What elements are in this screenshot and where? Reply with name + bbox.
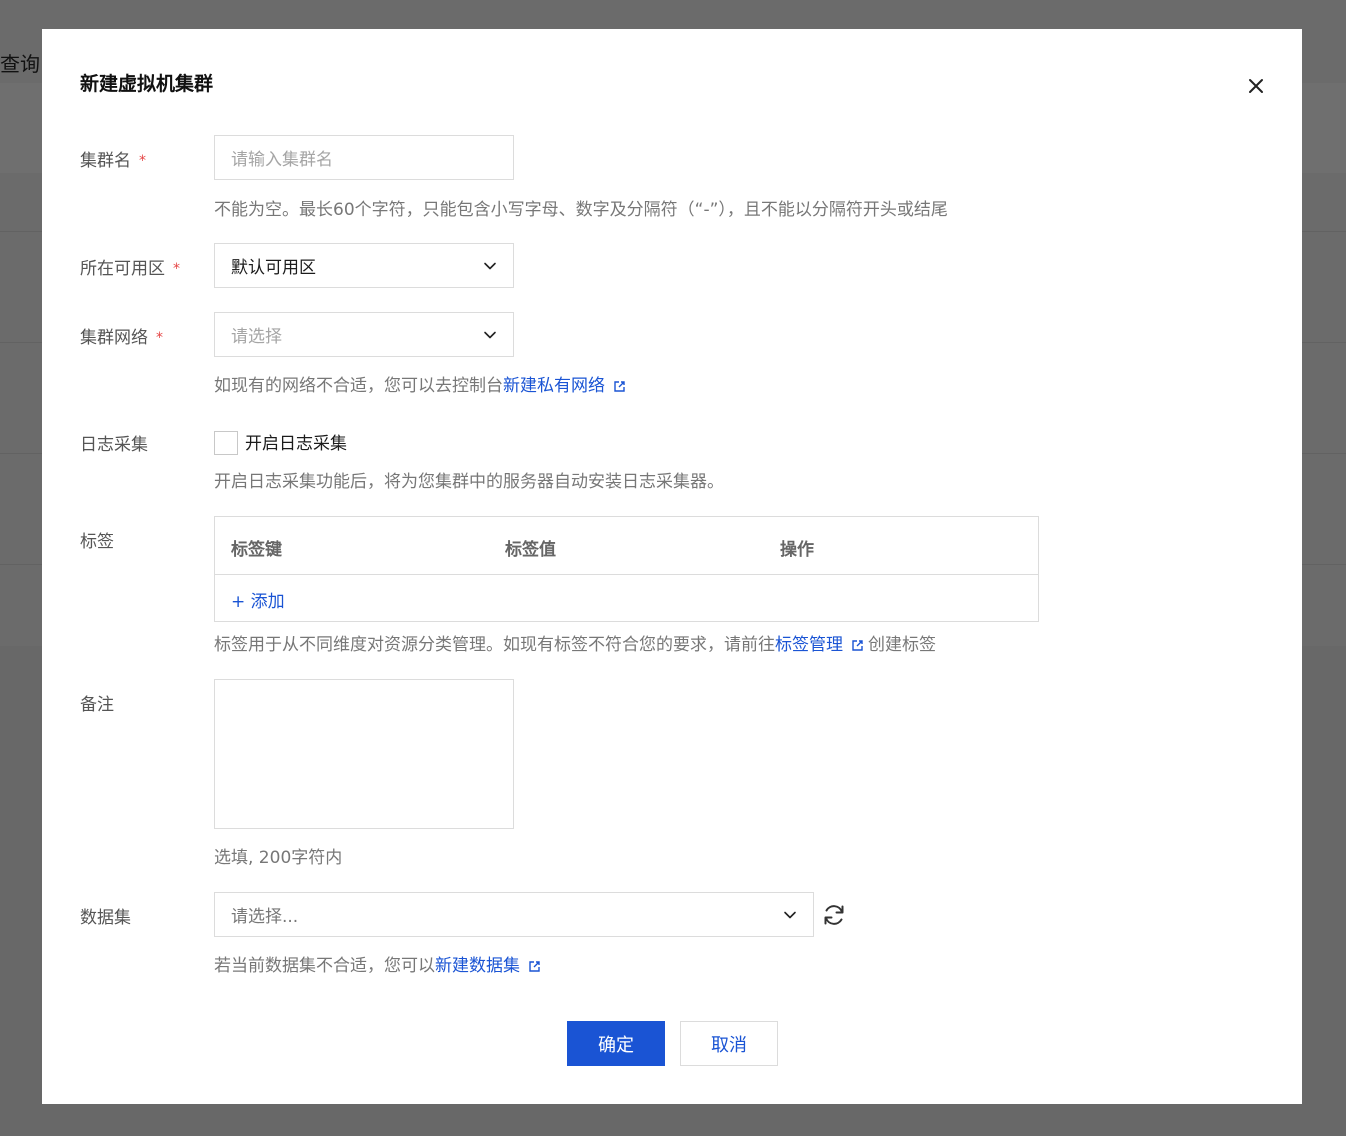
tags-help: 标签用于从不同维度对资源分类管理。如现有标签不符合您的要求，请前往标签管理 创建… <box>214 635 936 655</box>
tag-value-header: 标签值 <box>505 540 556 560</box>
dataset-select[interactable]: 请选择... <box>214 892 814 937</box>
remark-label: 备注 <box>80 695 114 715</box>
create-cluster-dialog: 新建虚拟机集群 集群名 * 请输入集群名 不能为空。最长60个字符，只能包含小写字… <box>42 29 1302 1104</box>
remark-textarea[interactable] <box>214 679 514 829</box>
external-link-icon[interactable] <box>528 960 541 973</box>
close-button[interactable] <box>1245 75 1267 97</box>
log-collection-label: 日志采集 <box>80 435 148 455</box>
tags-table-header: 标签键 标签值 操作 <box>215 517 1038 575</box>
cancel-button[interactable]: 取消 <box>680 1021 778 1066</box>
tags-table: 标签键 标签值 操作 + 添加 <box>214 516 1039 622</box>
log-collection-help: 开启日志采集功能后，将为您集群中的服务器自动安装日志采集器。 <box>214 472 724 492</box>
tags-label: 标签 <box>80 532 114 552</box>
log-collection-checkbox[interactable] <box>214 431 238 455</box>
refresh-dataset-button[interactable] <box>821 902 847 928</box>
zone-value: 默认可用区 <box>231 258 316 278</box>
tag-action-header: 操作 <box>780 540 814 560</box>
external-link-icon[interactable] <box>851 639 864 652</box>
log-collection-checkbox-label[interactable]: 开启日志采集 <box>245 429 347 454</box>
create-vpc-link[interactable]: 新建私有网络 <box>503 376 605 396</box>
chevron-down-icon <box>784 911 796 918</box>
cluster-name-placeholder: 请输入集群名 <box>231 150 333 170</box>
zone-label: 所在可用区 * <box>80 259 180 279</box>
add-tag-button[interactable]: + 添加 <box>231 587 285 612</box>
remark-help: 选填, 200字符内 <box>214 848 343 868</box>
network-select[interactable]: 请选择 <box>214 312 514 357</box>
required-mark: * <box>156 330 163 346</box>
network-placeholder: 请选择 <box>231 327 282 347</box>
cluster-name-input[interactable]: 请输入集群名 <box>214 135 514 180</box>
background-query-label: 查询 <box>0 52 40 76</box>
dialog-title: 新建虚拟机集群 <box>80 73 214 95</box>
confirm-button[interactable]: 确定 <box>567 1021 665 1066</box>
chevron-down-icon <box>484 262 496 269</box>
create-dataset-link[interactable]: 新建数据集 <box>435 956 520 976</box>
zone-select[interactable]: 默认可用区 <box>214 243 514 288</box>
network-help: 如现有的网络不合适，您可以去控制台新建私有网络 <box>214 371 632 396</box>
chevron-down-icon <box>484 331 496 338</box>
network-label: 集群网络 * <box>80 328 163 348</box>
external-link-icon[interactable] <box>613 380 626 393</box>
tag-key-header: 标签键 <box>231 540 282 560</box>
refresh-icon <box>824 905 844 925</box>
dataset-label: 数据集 <box>80 908 131 928</box>
cluster-name-label: 集群名 * <box>80 151 146 171</box>
required-mark: * <box>139 153 146 169</box>
close-icon <box>1249 79 1263 93</box>
required-mark: * <box>173 261 180 277</box>
dataset-placeholder: 请选择... <box>231 907 299 927</box>
cluster-name-help: 不能为空。最长60个字符，只能包含小写字母、数字及分隔符（“-”），且不能以分隔… <box>214 200 948 220</box>
tag-management-link[interactable]: 标签管理 <box>775 635 843 655</box>
dataset-help: 若当前数据集不合适，您可以新建数据集 <box>214 951 547 976</box>
